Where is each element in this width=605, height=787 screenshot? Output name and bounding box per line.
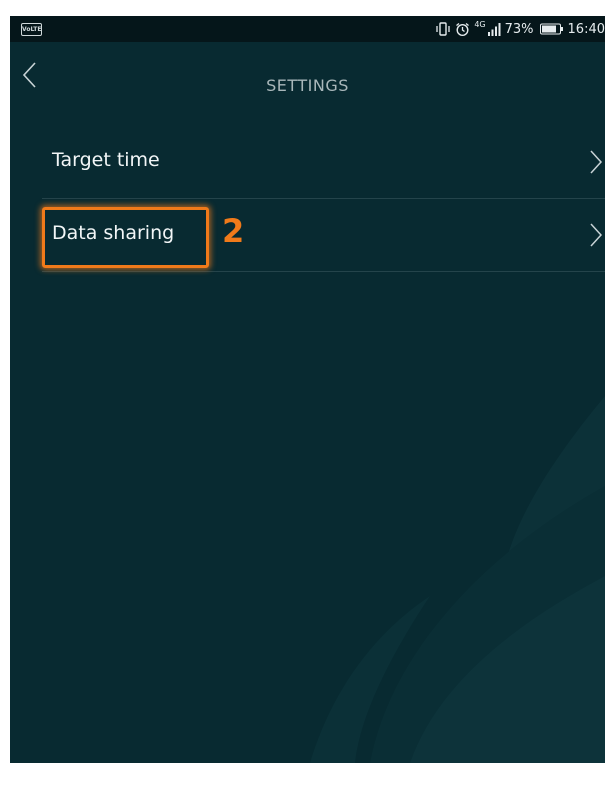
page-title: SETTINGS (266, 76, 349, 95)
chevron-right-icon (590, 150, 603, 174)
status-time: 16:40 (567, 21, 605, 37)
network-type-label: 4G (474, 20, 486, 29)
menu-item-target-time[interactable]: Target time (42, 126, 605, 199)
settings-screen: VoLTE 4G 73% 16:40 SETTINGS Target time … (10, 16, 605, 763)
battery-percent: 73% (504, 21, 534, 37)
status-indicators: 4G 73% 16:40 (431, 16, 605, 42)
settings-menu: Target time Data sharing 2 (42, 126, 605, 272)
alarm-icon (455, 22, 470, 37)
menu-item-label: Data sharing (52, 222, 175, 244)
step-number-annotation: 2 (222, 212, 245, 250)
battery-icon (539, 23, 564, 35)
menu-item-label: Target time (52, 149, 160, 171)
status-bar: VoLTE 4G 73% 16:40 (10, 16, 605, 42)
volte-icon: VoLTE (21, 23, 42, 36)
vibrate-icon (435, 22, 451, 36)
chevron-right-icon (590, 223, 603, 247)
menu-item-data-sharing[interactable]: Data sharing 2 (42, 199, 605, 272)
signal-icon (487, 22, 501, 36)
app-header: SETTINGS (10, 42, 605, 136)
